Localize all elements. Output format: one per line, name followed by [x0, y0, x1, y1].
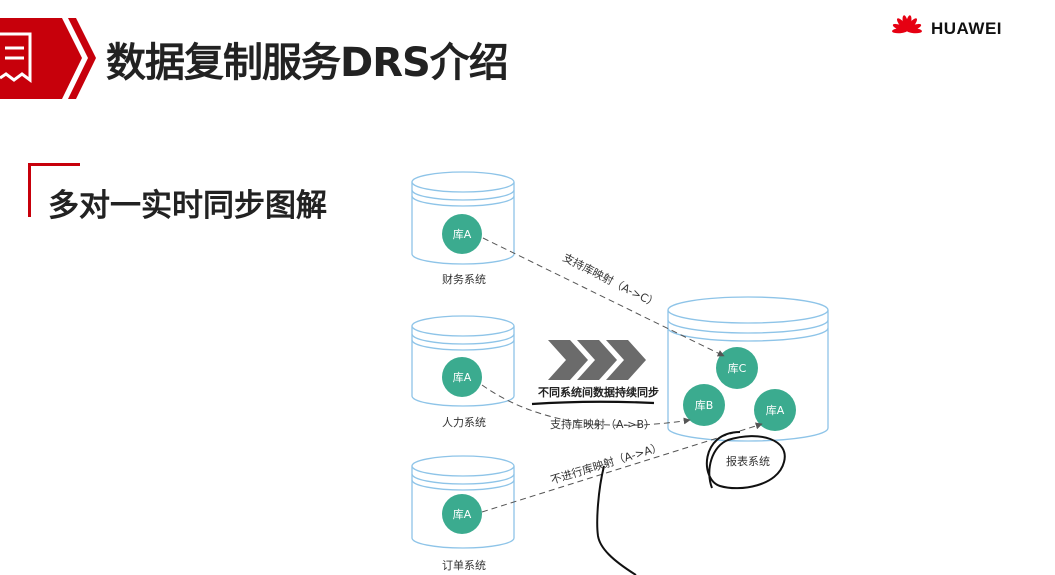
- svg-text:库C: 库C: [728, 362, 747, 375]
- svg-text:库A: 库A: [453, 508, 472, 521]
- mapping-label-a-to-c: 支持库映射（A->C）: [561, 250, 661, 310]
- svg-text:库A: 库A: [453, 371, 472, 384]
- brand-name: HUAWEI: [931, 19, 1002, 38]
- system-label-finance: 财务系统: [442, 272, 486, 286]
- slide-title: 数据复制服务DRS介绍: [106, 40, 509, 86]
- mapping-label-a-to-b: 支持库映射（A->B）: [550, 417, 655, 431]
- section-accent-bar: [28, 163, 31, 217]
- source-db-1: 库A: [442, 214, 482, 254]
- system-label-report: 报表系统: [726, 454, 770, 468]
- svg-text:库A: 库A: [453, 228, 472, 241]
- sync-label-underline: [531, 400, 655, 406]
- section-accent-line: [28, 163, 80, 166]
- section-title: 多对一实时同步图解: [48, 188, 327, 224]
- sync-label: 不同系统间数据持续同步: [538, 385, 659, 399]
- system-label-order: 订单系统: [442, 559, 486, 572]
- system-label-hr: 人力系统: [442, 416, 486, 429]
- svg-text:库B: 库B: [695, 399, 714, 412]
- svg-text:库A: 库A: [766, 404, 785, 417]
- annotation-stroke: [596, 465, 637, 575]
- source-db-3: 库A: [442, 494, 482, 534]
- huawei-logo-icon: [892, 15, 922, 34]
- target-db-c: 库C: [716, 347, 758, 389]
- source-db-2: 库A: [442, 357, 482, 397]
- mapping-label-a-to-a: 不进行库映射（A->A）: [549, 440, 664, 487]
- sync-chevrons-icon: [548, 340, 646, 380]
